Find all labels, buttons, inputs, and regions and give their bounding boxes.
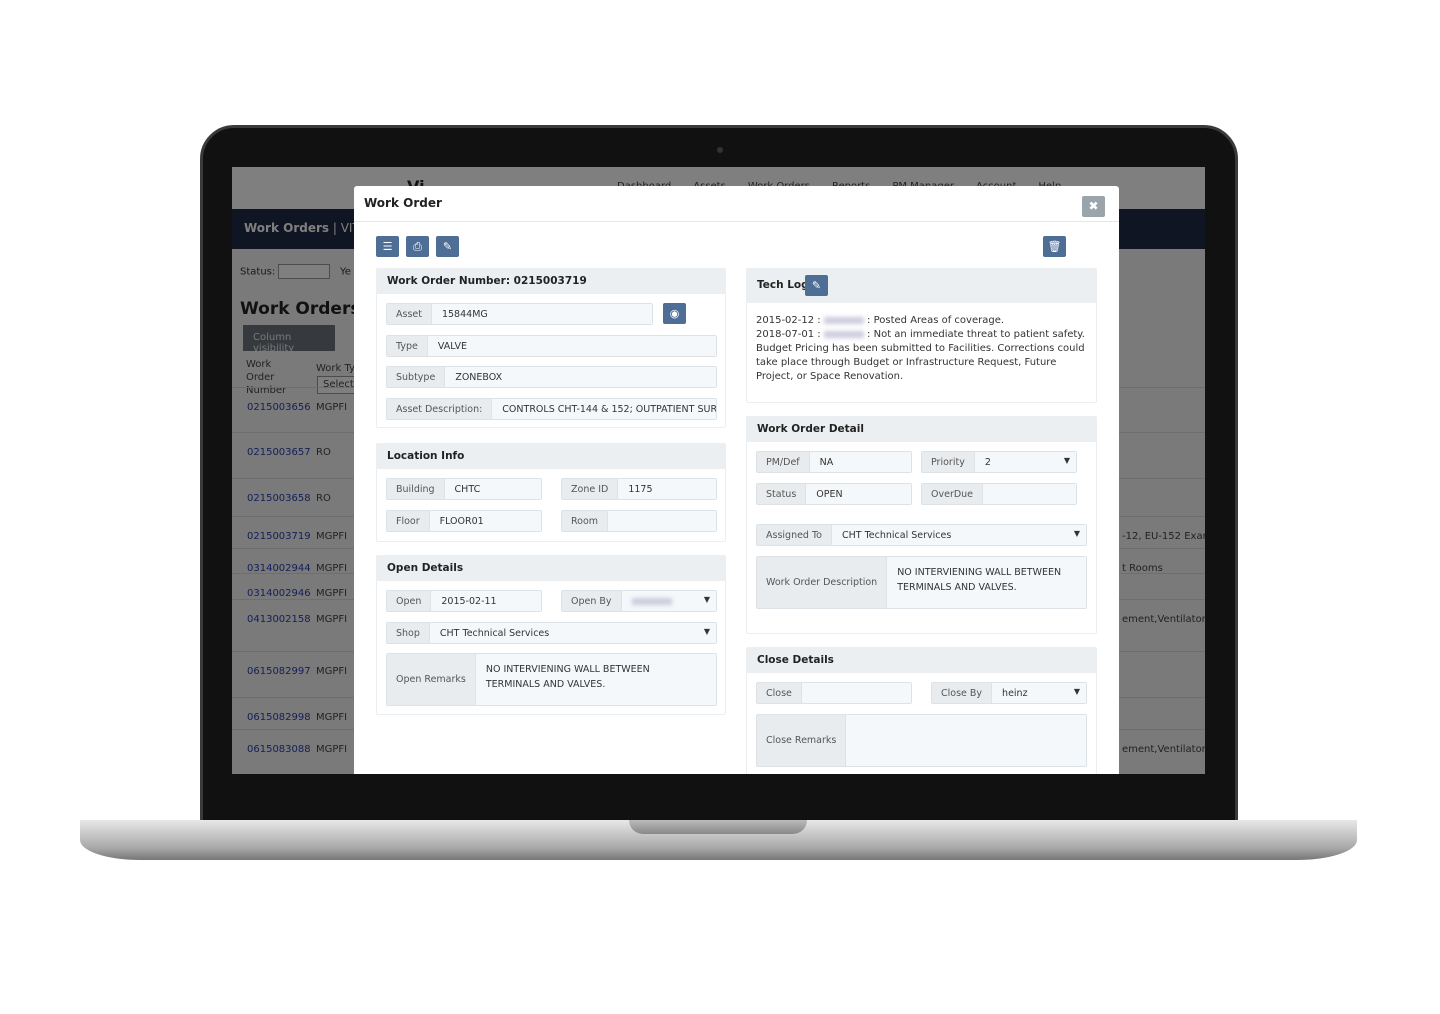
redacted-name (823, 330, 864, 338)
close-remarks-field[interactable] (846, 715, 1086, 766)
print-icon: ⎙ (413, 240, 422, 253)
asset-description-field[interactable]: CONTROLS CHT-144 & 152; OUTPATIENT SURGE… (492, 399, 716, 419)
building-field[interactable]: CHTC (444, 479, 541, 499)
view-asset-button[interactable]: ◉ (663, 303, 686, 324)
overdue-label: OverDue (922, 484, 984, 504)
shop-select[interactable]: CHT Technical Services ▼ (429, 623, 716, 643)
work-order-number: Work Order Number: 0215003719 (377, 269, 725, 294)
asset-description-label: Asset Description: (387, 399, 493, 419)
close-date-field[interactable] (801, 683, 911, 703)
print-button[interactable]: ⎙ (406, 236, 429, 257)
work-order-modal: Work Order ✖ ☰ ⎙ ✎ 🗑 Work Order Number: … (354, 186, 1119, 774)
chevron-down-icon: ▼ (703, 595, 710, 604)
open-by-label: Open By (562, 591, 622, 611)
delete-button[interactable]: 🗑 (1043, 236, 1066, 257)
tech-log-panel: Tech Log ✎ 2015-02-12 : : Posted Areas o… (746, 268, 1097, 403)
chevron-down-icon: ▼ (1073, 687, 1080, 696)
close-remarks-label: Close Remarks (757, 715, 847, 766)
subtype-label: Subtype (387, 367, 446, 387)
priority-select[interactable]: 2 ▼ (974, 452, 1076, 472)
close-details-panel: Close Details Close Close By heinz ▼ Close… (746, 647, 1097, 774)
trash-icon: 🗑 (1047, 240, 1062, 253)
building-label: Building (387, 479, 445, 499)
open-by-select[interactable]: ▼ (621, 591, 716, 611)
tech-log-entries: 2015-02-12 : : Posted Areas of coverage.… (756, 314, 1086, 384)
location-panel: Location Info Building CHTC Zone ID 1175 F… (376, 443, 726, 542)
status-label: Status (757, 484, 807, 504)
redacted-name (631, 597, 672, 605)
close-icon: ✖ (1088, 199, 1099, 213)
log-date: 2015-02-12 : (756, 315, 821, 326)
redacted-name (823, 316, 864, 324)
close-details-title: Close Details (747, 648, 1096, 673)
type-label: Type (387, 336, 428, 356)
assigned-label: Assigned To (757, 525, 832, 545)
pmdef-field[interactable]: NA (809, 452, 911, 472)
zone-label: Zone ID (562, 479, 619, 499)
description-label: Work Order Description (757, 557, 888, 608)
screen: Vi DashboardAssetsWork OrdersReportsPM M… (232, 167, 1205, 774)
asset-label: Asset (387, 304, 432, 324)
assigned-value: CHT Technical Services (841, 529, 952, 541)
floor-field[interactable]: FLOOR01 (429, 511, 541, 531)
chevron-down-icon: ▼ (703, 627, 710, 636)
shop-value: CHT Technical Services (439, 627, 550, 639)
log-date: 2018-07-01 : (756, 329, 821, 340)
list-button[interactable]: ☰ (376, 236, 399, 257)
type-field[interactable]: VALVE (427, 336, 716, 356)
laptop-notch (629, 820, 807, 834)
pencil-icon: ✎ (442, 240, 453, 253)
camera (717, 147, 723, 153)
open-label: Open (387, 591, 432, 611)
assigned-select[interactable]: CHT Technical Services ▼ (831, 525, 1086, 545)
overdue-field[interactable] (983, 484, 1076, 504)
detail-title: Work Order Detail (747, 417, 1096, 442)
location-title: Location Info (377, 444, 725, 469)
chevron-down-icon: ▼ (1073, 529, 1080, 538)
shop-label: Shop (387, 623, 430, 643)
close-label: Close (757, 683, 802, 703)
close-by-label: Close By (932, 683, 993, 703)
log-text: : Posted Areas of coverage. (867, 315, 1005, 326)
open-details-title: Open Details (377, 556, 725, 581)
close-button[interactable]: ✖ (1082, 196, 1105, 217)
room-field[interactable] (608, 511, 716, 531)
eye-icon: ◉ (669, 307, 680, 320)
open-date-field[interactable]: 2015-02-11 (431, 591, 541, 611)
description-field[interactable]: NO INTERVIENING WALL BETWEEN TERMINALS A… (887, 557, 1086, 608)
open-details-panel: Open Details Open 2015-02-11 Open By ▼ Sho… (376, 555, 726, 715)
subtype-field[interactable]: ZONEBOX (445, 367, 716, 387)
list-icon: ☰ (382, 240, 393, 253)
pencil-icon: ✎ (811, 279, 822, 292)
status-field[interactable]: OPEN (806, 484, 911, 504)
floor-label: Floor (387, 511, 430, 531)
tech-log-title: Tech Log (757, 279, 809, 291)
close-by-value: heinz (1002, 687, 1028, 699)
zone-field[interactable]: 1175 (618, 479, 716, 499)
close-by-select[interactable]: heinz ▼ (992, 683, 1086, 703)
asset-field[interactable]: 15844MG (431, 304, 652, 324)
chevron-down-icon: ▼ (1063, 456, 1070, 465)
work-order-panel: Work Order Number: 0215003719 Asset 15844… (376, 268, 726, 428)
modal-title: Work Order (354, 186, 1119, 222)
priority-label: Priority (922, 452, 975, 472)
pmdef-label: PM/Def (757, 452, 810, 472)
edit-button[interactable]: ✎ (436, 236, 459, 257)
priority-value: 2 (984, 456, 991, 468)
work-order-detail-panel: Work Order Detail PM/Def NA Priority 2 ▼ St… (746, 416, 1097, 634)
tech-log-header: Tech Log (747, 269, 1096, 303)
open-remarks-label: Open Remarks (387, 654, 476, 705)
edit-tech-log-button[interactable]: ✎ (805, 275, 828, 296)
room-label: Room (562, 511, 609, 531)
open-remarks-field[interactable]: NO INTERVIENING WALL BETWEEN TERMINALS A… (475, 654, 716, 705)
